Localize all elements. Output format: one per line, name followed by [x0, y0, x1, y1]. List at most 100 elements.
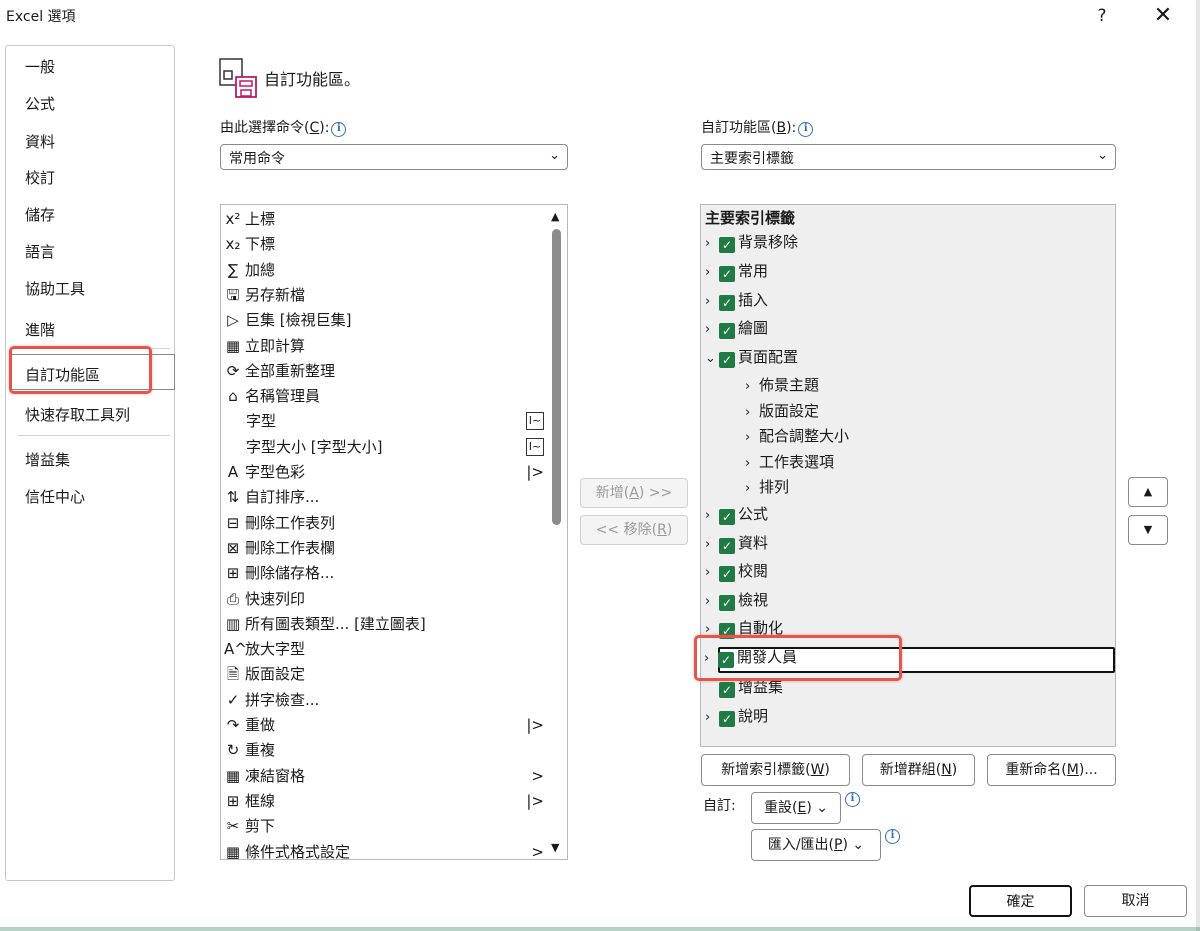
choose-commands-dropdown[interactable]: 常用命令 ⌄: [220, 144, 568, 170]
command-item[interactable]: A^放大字型: [224, 637, 544, 661]
tree-group-node[interactable]: › 工作表選項: [745, 450, 834, 474]
command-item[interactable]: ⟳ 全部重新整理: [224, 359, 544, 383]
command-item[interactable]: x² 上標: [224, 207, 544, 231]
command-item[interactable]: ⊞ 刪除儲存格...: [224, 561, 544, 585]
tree-tab-node[interactable]: › ✓ 背景移除: [705, 230, 798, 254]
tree-group-node[interactable]: › 配合調整大小: [745, 424, 849, 448]
command-item[interactable]: 字型 I~: [224, 409, 544, 433]
command-item[interactable]: ⇅ 自訂排序...: [224, 485, 544, 509]
chevron-right-icon[interactable]: ›: [745, 426, 759, 450]
chevron-right-icon[interactable]: ›: [745, 477, 759, 501]
tree-tab-node[interactable]: › ✓ 檢視: [705, 588, 768, 612]
reset-button[interactable]: 重設(E) ⌄: [751, 792, 841, 824]
command-item[interactable]: ↻ 重複: [224, 738, 544, 762]
info-icon[interactable]: i: [845, 792, 860, 807]
cancel-button[interactable]: 取消: [1084, 885, 1187, 917]
customize-ribbon-dropdown[interactable]: 主要索引標籤 ⌄: [701, 144, 1116, 170]
nav-item-save[interactable]: 儲存: [25, 204, 55, 225]
commands-list[interactable]: x² 上標 x₂ 下標 ∑ 加總 🖫 另存新檔 ▷ 巨集 [檢視巨集] ▦ 立即計算 ⟳ 全部重新整理 ⌂ 名…: [220, 204, 568, 860]
command-item[interactable]: ▦ 凍結窗格 >: [224, 764, 544, 788]
rename-button[interactable]: 重新命名(M)...: [987, 754, 1116, 786]
chevron-right-icon[interactable]: ›: [705, 706, 719, 730]
import-export-button[interactable]: 匯入/匯出(P) ⌄: [751, 829, 881, 861]
command-item[interactable]: ✂ 剪下: [224, 814, 544, 838]
move-up-button[interactable]: ▲: [1128, 477, 1168, 507]
scroll-down-icon[interactable]: ▼: [551, 841, 559, 854]
command-item[interactable]: 字型大小 [字型大小] I~: [224, 435, 544, 459]
tree-tab-node[interactable]: › ✓ 校閱: [705, 559, 768, 583]
checkbox-checked-icon[interactable]: ✓: [719, 295, 735, 311]
chevron-right-icon[interactable]: ›: [705, 261, 719, 285]
checkbox-checked-icon[interactable]: ✓: [719, 509, 735, 525]
command-item[interactable]: ▦ 立即計算: [224, 334, 544, 358]
add-button[interactable]: 新增(A) >>: [580, 478, 688, 508]
checkbox-checked-icon[interactable]: ✓: [719, 595, 735, 611]
command-item[interactable]: ✓ 拼字檢查...: [224, 688, 544, 712]
info-icon[interactable]: i: [331, 122, 347, 137]
info-icon[interactable]: i: [798, 122, 814, 137]
chevron-right-icon[interactable]: ›: [705, 590, 719, 614]
chevron-right-icon[interactable]: ›: [745, 401, 759, 425]
command-item[interactable]: ▥ 所有圖表類型... [建立圖表]: [224, 612, 544, 636]
scroll-thumb[interactable]: [552, 229, 561, 525]
checkbox-checked-icon[interactable]: ✓: [719, 266, 735, 282]
close-button[interactable]: ✕: [1148, 2, 1178, 30]
tree-tab-node[interactable]: › ✓ 資料: [705, 531, 768, 555]
chevron-down-icon[interactable]: ⌄: [705, 347, 719, 371]
nav-item-quick-access-toolbar[interactable]: 快速存取工具列: [25, 404, 130, 425]
command-item[interactable]: ⊞ 框線 |>: [224, 789, 544, 813]
command-item[interactable]: x₂ 下標: [224, 232, 544, 256]
command-item[interactable]: ∑ 加總: [224, 258, 544, 282]
nav-item-proofing[interactable]: 校訂: [25, 167, 55, 188]
ok-button[interactable]: 確定: [969, 885, 1072, 917]
command-item[interactable]: 🖫 另存新檔: [224, 283, 544, 307]
command-item[interactable]: ↷ 重做 |>: [224, 713, 544, 737]
checkbox-checked-icon[interactable]: ✓: [719, 566, 735, 582]
command-item[interactable]: ⊟ 刪除工作表列: [224, 511, 544, 535]
command-item[interactable]: ▷ 巨集 [檢視巨集]: [224, 308, 544, 332]
chevron-right-icon[interactable]: ›: [705, 232, 719, 256]
remove-button[interactable]: << 移除(R): [580, 515, 688, 545]
nav-item-general[interactable]: 一般: [25, 56, 55, 77]
chevron-right-icon[interactable]: ›: [705, 318, 719, 342]
info-icon[interactable]: i: [885, 829, 900, 844]
chevron-right-icon[interactable]: ›: [745, 375, 759, 399]
nav-item-add-ins[interactable]: 增益集: [25, 449, 70, 470]
move-down-button[interactable]: ▼: [1128, 515, 1168, 545]
chevron-right-icon[interactable]: ›: [705, 504, 719, 528]
tree-tab-node[interactable]: ⌄ ✓ 頁面配置: [705, 345, 798, 369]
checkbox-checked-icon[interactable]: ✓: [719, 711, 735, 727]
tree-tab-node[interactable]: › ✓ 繪圖: [705, 316, 768, 340]
checkbox-checked-icon[interactable]: ✓: [719, 323, 735, 339]
command-item[interactable]: ⌂ 名稱管理員: [224, 384, 544, 408]
scroll-up-icon[interactable]: ▲: [551, 210, 559, 223]
tree-group-node[interactable]: › 版面設定: [745, 399, 819, 423]
tree-tab-node[interactable]: › ✓ 公式: [705, 502, 768, 526]
tree-tab-node[interactable]: › ✓ 插入: [705, 288, 768, 312]
tree-tab-node[interactable]: › ✓ 常用: [705, 259, 768, 283]
commands-scrollbar[interactable]: ▲ ▼: [547, 205, 567, 859]
help-button[interactable]: ?: [1090, 2, 1114, 30]
chevron-right-icon[interactable]: ›: [705, 290, 719, 314]
command-item[interactable]: ▦ 條件式格式設定 >: [224, 840, 544, 860]
nav-item-data[interactable]: 資料: [25, 131, 55, 152]
tree-group-node[interactable]: › 排列: [745, 475, 789, 499]
chevron-right-icon[interactable]: ›: [745, 452, 759, 476]
tree-tab-node[interactable]: › ✓ 開發人員: [704, 645, 797, 669]
command-item[interactable]: A 字型色彩 |>: [224, 460, 544, 484]
checkbox-checked-icon[interactable]: ✓: [719, 237, 735, 253]
nav-item-formulas[interactable]: 公式: [25, 93, 55, 114]
nav-item-trust-center[interactable]: 信任中心: [25, 486, 85, 507]
tree-group-node[interactable]: › 佈景主題: [745, 373, 819, 397]
tree-tab-node[interactable]: › ✓ 說明: [705, 704, 768, 728]
nav-item-language[interactable]: 語言: [25, 241, 55, 262]
new-tab-button[interactable]: 新增索引標籤(W): [701, 754, 850, 786]
command-item[interactable]: 🗎 版面設定: [224, 662, 544, 686]
checkbox-checked-icon[interactable]: ✓: [719, 538, 735, 554]
chevron-right-icon[interactable]: ›: [705, 533, 719, 557]
nav-item-advanced[interactable]: 進階: [25, 319, 55, 340]
chevron-right-icon[interactable]: ›: [704, 647, 718, 671]
checkbox-checked-icon[interactable]: ✓: [718, 652, 734, 668]
chevron-right-icon[interactable]: ›: [705, 561, 719, 585]
checkbox-checked-icon[interactable]: ✓: [719, 352, 735, 368]
